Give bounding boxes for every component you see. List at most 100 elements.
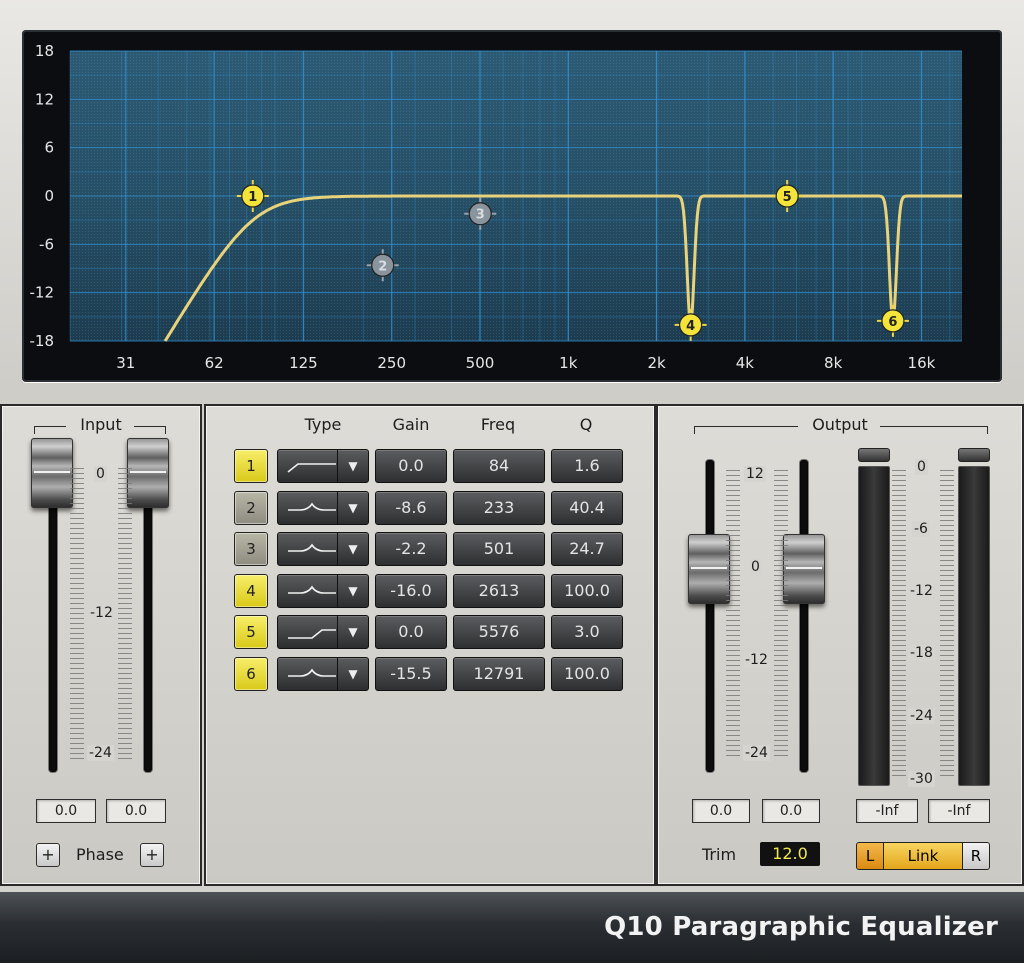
x-axis-label: 250: [377, 354, 406, 372]
handle-number: 5: [783, 190, 792, 205]
input-right-value-field[interactable]: 0.0: [106, 799, 166, 823]
band-3-q-field[interactable]: 24.7: [551, 532, 623, 566]
link-left-button[interactable]: L: [856, 842, 884, 870]
output-fader-scale-label: 12: [744, 466, 766, 482]
q-column-header: Q: [579, 415, 593, 434]
output-fader-scale-label: -24: [743, 745, 770, 761]
band-3-gain-field[interactable]: -2.2: [375, 532, 447, 566]
chevron-down-icon[interactable]: ▼: [337, 658, 368, 690]
phase-label: Phase: [76, 845, 124, 864]
phase-left-button[interactable]: +: [36, 843, 60, 867]
output-right-value-field[interactable]: 0.0: [762, 799, 820, 823]
link-button[interactable]: Link: [883, 842, 963, 870]
output-left-value-field[interactable]: 0.0: [692, 799, 750, 823]
band-6-q-field[interactable]: 100.0: [551, 657, 623, 691]
chevron-down-icon[interactable]: ▼: [337, 616, 368, 648]
meter-scale-label: -18: [908, 645, 935, 661]
bell-icon: [288, 543, 336, 552]
band-5-q-field[interactable]: 3.0: [551, 615, 623, 649]
chevron-down-icon[interactable]: ▼: [337, 533, 368, 565]
output-fader-scale-ticks-right: [774, 470, 788, 760]
band-1-toggle-button[interactable]: 1: [234, 449, 268, 483]
chevron-down-icon[interactable]: ▼: [337, 575, 368, 607]
output-fader-scale-label: 0: [749, 559, 762, 575]
y-axis-label: -12: [30, 284, 55, 302]
output-right-meter-readout[interactable]: -Inf: [928, 799, 990, 823]
band-3-freq-field[interactable]: 501: [453, 532, 545, 566]
product-name: Q10 Paragraphic Equalizer: [604, 912, 998, 942]
band-4-q-field[interactable]: 100.0: [551, 574, 623, 608]
y-axis-label: 6: [44, 139, 54, 157]
trim-value-field[interactable]: 12.0: [760, 842, 820, 866]
output-right-level-meter: [958, 466, 990, 786]
output-title-line-right: [880, 426, 988, 427]
band-6-toggle-button[interactable]: 6: [234, 657, 268, 691]
meter-scale-label: -6: [912, 521, 930, 537]
band-2-gain-field[interactable]: -8.6: [375, 491, 447, 525]
x-axis-label: 62: [205, 354, 224, 372]
band-4-gain-field[interactable]: -16.0: [375, 574, 447, 608]
output-left-level-meter: [858, 466, 890, 786]
output-right-fader-track[interactable]: [800, 460, 808, 772]
x-axis-label: 16k: [908, 354, 936, 372]
chevron-down-icon[interactable]: ▼: [337, 450, 368, 482]
output-right-fader-handle[interactable]: [783, 534, 825, 604]
input-left-value-field[interactable]: 0.0: [36, 799, 96, 823]
band-1-freq-field[interactable]: 84: [453, 449, 545, 483]
band-1-gain-field[interactable]: 0.0: [375, 449, 447, 483]
input-scale-label: 0: [94, 466, 107, 482]
band-5-type-dropdown[interactable]: ▼: [277, 615, 369, 649]
output-fader-scale-ticks-left: [726, 470, 740, 760]
output-title-tick-right: [987, 426, 988, 434]
chevron-down-icon[interactable]: ▼: [337, 492, 368, 524]
band-3-type-dropdown[interactable]: ▼: [277, 532, 369, 566]
band-5-gain-field[interactable]: 0.0: [375, 615, 447, 649]
output-left-fader-track[interactable]: [706, 460, 714, 772]
low-cut-icon: [287, 463, 336, 473]
band-6-type-dropdown[interactable]: ▼: [277, 657, 369, 691]
band-2-freq-field[interactable]: 233: [453, 491, 545, 525]
input-left-fader-handle[interactable]: [31, 438, 73, 508]
meter-scale-label: -30: [908, 771, 935, 787]
meter-scale-label: -24: [908, 708, 935, 724]
x-axis-label: 2k: [647, 354, 666, 372]
x-axis-label: 8k: [824, 354, 843, 372]
output-left-meter-readout[interactable]: -Inf: [856, 799, 918, 823]
handle-number: 3: [476, 208, 485, 223]
band-4-type-dropdown[interactable]: ▼: [277, 574, 369, 608]
input-scale-ticks-left: [70, 468, 84, 760]
band-3-toggle-button[interactable]: 3: [234, 532, 268, 566]
type-column-header: Type: [304, 415, 342, 434]
band-4-toggle-button[interactable]: 4: [234, 574, 268, 608]
band-6-gain-field[interactable]: -15.5: [375, 657, 447, 691]
band-2-type-dropdown[interactable]: ▼: [277, 491, 369, 525]
input-title: Input: [80, 415, 122, 434]
band-6-freq-field[interactable]: 12791: [453, 657, 545, 691]
bell-icon: [288, 585, 336, 594]
handle-number: 2: [378, 259, 387, 274]
band-4-freq-field[interactable]: 2613: [453, 574, 545, 608]
phase-right-button[interactable]: +: [140, 843, 164, 867]
input-right-fader-handle[interactable]: [127, 438, 169, 508]
band-1-q-field[interactable]: 1.6: [551, 449, 623, 483]
x-axis-label: 125: [289, 354, 318, 372]
band-2-q-field[interactable]: 40.4: [551, 491, 623, 525]
eq-graph-panel: 18 12 6 0 -6 -12 -18 31 62 125 250 500 1k 2k 4k 8k 16k 1 2…: [22, 30, 1002, 382]
band-2-toggle-button[interactable]: 2: [234, 491, 268, 525]
output-left-peak-indicator[interactable]: [858, 448, 890, 462]
y-axis-label: -6: [39, 235, 54, 253]
band-1-type-dropdown[interactable]: ▼: [277, 449, 369, 483]
meter-scale-label: 0: [915, 459, 928, 475]
link-right-button[interactable]: R: [962, 842, 990, 870]
eq-graph[interactable]: 181260-6-12-1831 62 125 250 500 1k 2k 4k 8k 16k12…: [22, 30, 1002, 382]
bell-icon: [288, 668, 336, 677]
output-right-peak-indicator[interactable]: [958, 448, 990, 462]
y-axis-label: 0: [44, 187, 54, 205]
input-scale-ticks-right: [118, 468, 132, 760]
y-axis-label: 18: [35, 42, 54, 60]
band-5-toggle-button[interactable]: 5: [234, 615, 268, 649]
output-left-fader-handle[interactable]: [688, 534, 730, 604]
band-5-freq-field[interactable]: 5576: [453, 615, 545, 649]
x-axis-label: 4k: [736, 354, 755, 372]
input-title-tick-right: [165, 426, 166, 434]
